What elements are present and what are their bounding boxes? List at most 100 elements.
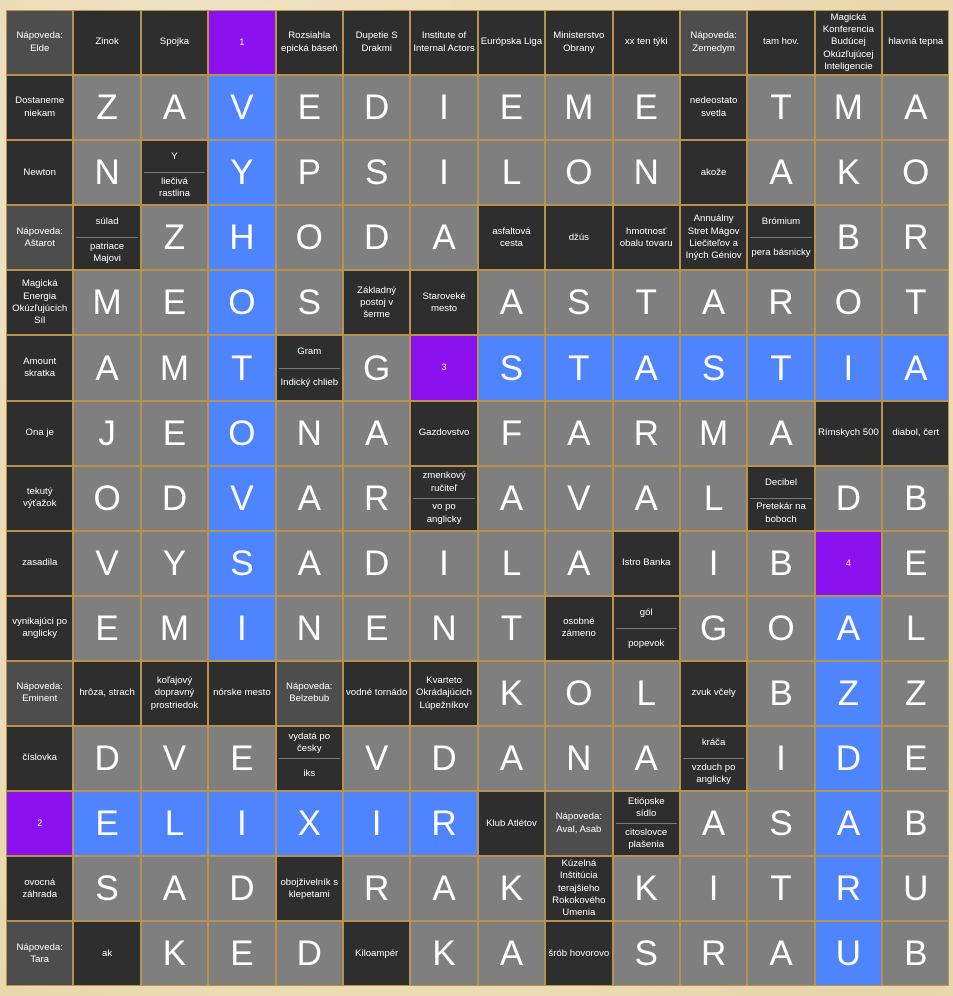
letter-cell[interactable]: L [679,465,748,531]
letter-cell[interactable]: A [140,75,209,141]
letter-cell[interactable]: N [612,140,680,206]
letter-cell[interactable]: L [477,140,546,206]
letter-cell[interactable]: O [814,270,883,336]
letter-cell[interactable]: B [882,791,950,857]
letter-cell[interactable]: E [275,75,343,141]
letter-cell[interactable]: K [814,140,883,206]
letter-cell[interactable]: P [275,140,343,206]
letter-cell[interactable]: Z [73,75,141,141]
letter-cell[interactable]: B [882,465,950,531]
letter-cell[interactable]: S [612,921,680,987]
letter-cell[interactable]: I [410,530,478,596]
letter-cell[interactable]: A [882,75,950,141]
letter-cell[interactable]: E [208,726,276,792]
solution-letter-cell[interactable]: X [275,791,343,857]
letter-cell[interactable]: R [679,921,748,987]
letter-cell[interactable]: I [679,530,748,596]
letter-cell[interactable]: N [545,726,613,792]
letter-cell[interactable]: R [342,465,411,531]
solution-letter-cell[interactable]: E [73,791,141,857]
letter-cell[interactable]: T [612,270,680,336]
letter-cell[interactable]: E [208,921,276,987]
letter-cell[interactable]: R [747,270,815,336]
letter-cell[interactable]: D [342,205,411,271]
letter-cell[interactable]: K [477,660,546,727]
letter-cell[interactable]: A [612,465,680,531]
letter-cell[interactable]: A [679,270,748,336]
letter-cell[interactable]: A [477,921,546,987]
letter-cell[interactable]: A [747,140,815,206]
letter-cell[interactable]: T [477,595,546,661]
letter-cell[interactable]: G [679,595,748,661]
solution-letter-cell[interactable]: O [208,270,276,336]
letter-cell[interactable]: L [612,660,680,727]
letter-cell[interactable]: K [477,856,546,922]
letter-cell[interactable]: A [275,465,343,531]
solution-letter-cell[interactable]: R [814,856,883,922]
letter-cell[interactable]: V [545,465,613,531]
letter-cell[interactable]: A [410,856,478,922]
solution-letter-cell[interactable]: Y [208,140,276,206]
letter-cell[interactable]: A [747,400,815,466]
letter-cell[interactable]: O [882,140,950,206]
letter-cell[interactable]: S [73,856,141,922]
letter-cell[interactable]: B [747,530,815,596]
letter-cell[interactable]: O [275,205,343,271]
letter-cell[interactable]: R [342,856,411,922]
letter-cell[interactable]: A [477,270,546,336]
letter-cell[interactable]: S [747,791,815,857]
letter-cell[interactable]: A [477,465,546,531]
solution-letter-cell[interactable]: A [814,791,883,857]
solution-letter-cell[interactable]: Z [814,660,883,727]
solution-letter-cell[interactable]: S [208,530,276,596]
letter-cell[interactable]: E [882,530,950,596]
solution-letter-cell[interactable]: T [545,335,613,401]
letter-cell[interactable]: D [814,465,883,531]
letter-cell[interactable]: A [410,205,478,271]
letter-cell[interactable]: A [275,530,343,596]
letter-cell[interactable]: A [747,921,815,987]
letter-cell[interactable]: T [747,856,815,922]
letter-cell[interactable]: S [545,270,613,336]
letter-cell[interactable]: S [275,270,343,336]
letter-cell[interactable]: Y [140,530,209,596]
letter-cell[interactable]: V [140,726,209,792]
letter-cell[interactable]: O [747,595,815,661]
letter-cell[interactable]: R [612,400,680,466]
solution-letter-cell[interactable]: T [747,335,815,401]
letter-cell[interactable]: E [342,595,411,661]
letter-cell[interactable]: D [410,726,478,792]
letter-cell[interactable]: N [275,400,343,466]
solution-letter-cell[interactable]: I [208,595,276,661]
letter-cell[interactable]: M [814,75,883,141]
letter-cell[interactable]: K [410,921,478,987]
letter-cell[interactable]: U [882,856,950,922]
letter-cell[interactable]: A [679,791,748,857]
letter-cell[interactable]: I [410,75,478,141]
letter-cell[interactable]: L [477,530,546,596]
letter-cell[interactable]: E [73,595,141,661]
letter-cell[interactable]: F [477,400,546,466]
letter-cell[interactable]: M [545,75,613,141]
solution-letter-cell[interactable]: V [208,75,276,141]
letter-cell[interactable]: T [882,270,950,336]
letter-cell[interactable]: A [140,856,209,922]
letter-cell[interactable]: E [140,270,209,336]
letter-cell[interactable]: N [275,595,343,661]
solution-letter-cell[interactable]: O [208,400,276,466]
letter-cell[interactable]: A [342,400,411,466]
letter-cell[interactable]: G [342,335,411,401]
letter-cell[interactable]: I [410,140,478,206]
solution-letter-cell[interactable]: I [814,335,883,401]
letter-cell[interactable]: L [882,595,950,661]
letter-cell[interactable]: E [140,400,209,466]
letter-cell[interactable]: A [545,530,613,596]
letter-cell[interactable]: N [410,595,478,661]
solution-letter-cell[interactable]: A [882,335,950,401]
letter-cell[interactable]: D [342,530,411,596]
letter-cell[interactable]: D [275,921,343,987]
letter-cell[interactable]: D [140,465,209,531]
letter-cell[interactable]: R [882,205,950,271]
letter-cell[interactable]: E [882,726,950,792]
letter-cell[interactable]: N [73,140,141,206]
